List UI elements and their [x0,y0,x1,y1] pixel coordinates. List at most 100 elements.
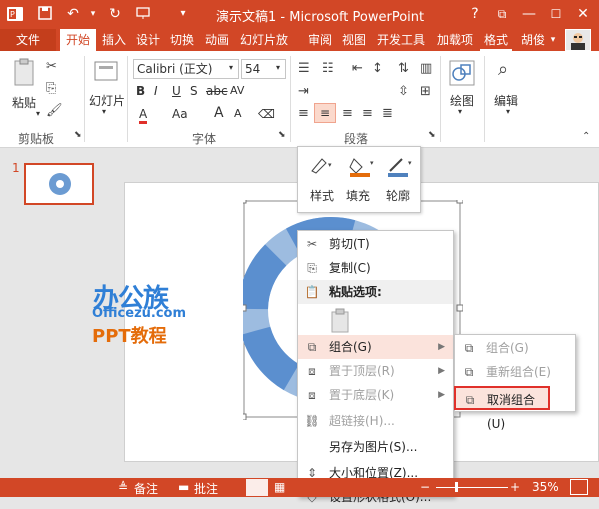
align-text-icon[interactable]: ⇳ [398,84,409,99]
tab-file[interactable]: 文件 [0,29,56,51]
help-button[interactable]: ? [463,3,487,25]
zoom-out-icon[interactable]: − [420,480,430,494]
tab-view[interactable]: 视图 [338,29,370,51]
submenu-item-regroup[interactable]: ⧉ 重新组合(E) [455,360,575,384]
notes-icon[interactable]: ≜ [118,480,128,494]
undo-dropdown-icon[interactable]: ▾ [84,5,102,23]
slides-label[interactable]: 幻灯片 [89,92,125,109]
undo-icon[interactable]: ↶ [64,5,82,23]
paste-label[interactable]: 粘贴 [12,94,36,111]
tab-format[interactable]: 格式 [480,29,512,51]
paste-icon[interactable] [10,57,40,93]
font-color-button[interactable]: A [139,107,148,124]
change-case-button[interactable]: Aa [172,107,188,121]
numbering-icon[interactable]: ☷ [322,61,334,76]
drawing-dropdown-icon[interactable]: ▾ [458,107,462,116]
tab-insert[interactable]: 插入 [98,29,130,51]
line-spacing-icon[interactable]: ↕ [372,61,383,76]
tab-animations[interactable]: 动画 [200,29,234,51]
slide-sorter-icon[interactable]: ▦ [274,480,285,494]
indent-icon[interactable]: ⇥ [298,84,309,99]
decrease-indent-icon[interactable]: ⇤ [352,61,363,76]
collapse-ribbon-icon[interactable]: ⌃ [582,131,590,142]
shadow-button[interactable]: S [190,84,198,98]
copy-icon[interactable]: ⎘ [46,81,56,96]
tab-review[interactable]: 审阅 [304,29,336,51]
submenu-item-ungroup[interactable]: ⧉ 取消组合(U) [454,386,550,431]
maximize-button[interactable]: ☐ [544,3,568,25]
menu-item-send-to-back[interactable]: ⧈ 置于底层(K) ▶ [298,383,453,407]
menu-item-group[interactable]: ⧉ 组合(G) ▶ [298,335,453,359]
tab-slideshow[interactable]: 幻灯片放 [236,29,292,51]
strikethrough-button[interactable]: abc [206,84,228,98]
align-right-icon[interactable]: ≡ [342,106,353,121]
zoom-level[interactable]: 35% [532,480,559,494]
comments-button[interactable]: 批注 [194,480,218,497]
smartart-icon[interactable]: ⊞ [420,84,431,99]
align-center-button[interactable]: ≡ [314,103,336,123]
tab-addins[interactable]: 加载项 [432,29,478,51]
tab-design[interactable]: 设计 [132,29,164,51]
italic-button[interactable]: I [154,84,158,98]
user-avatar[interactable] [565,29,591,51]
editing-dropdown-icon[interactable]: ▾ [506,107,510,116]
justify-icon[interactable]: ≡ [362,106,373,121]
font-launcher-icon[interactable]: ⬊ [278,130,286,140]
close-button[interactable]: ✕ [571,3,595,25]
zoom-slider-thumb[interactable] [455,482,458,492]
minimize-button[interactable]: — [517,3,541,25]
customize-toolbar-icon[interactable]: ▾ [174,5,192,23]
drawing-shapes-icon[interactable] [448,59,476,91]
paragraph-launcher-icon[interactable]: ⬊ [428,130,436,140]
user-menu-chevron-icon[interactable]: ▾ [548,29,558,51]
normal-view-button[interactable] [246,479,268,496]
paste-dropdown-icon[interactable]: ▾ [36,109,40,118]
font-name-select[interactable]: Calibri (正文) [133,59,239,79]
cut-icon[interactable]: ✂ [46,59,57,74]
mini-fill-label[interactable]: 填充 [346,187,370,204]
slides-dropdown-icon[interactable]: ▾ [102,107,106,116]
slide-thumbnail[interactable] [24,163,94,205]
text-direction-icon[interactable]: ⇅ [398,61,409,76]
menu-item-bring-to-front[interactable]: ⧈ 置于顶层(R) ▶ [298,359,453,383]
tab-developer[interactable]: 开发工具 [372,29,430,51]
mini-style-label[interactable]: 样式 [310,187,334,204]
zoom-in-icon[interactable]: + [510,480,520,494]
bullets-icon[interactable]: ☰ [298,61,310,76]
tab-home[interactable]: 开始 [60,29,96,51]
menu-item-hyperlink[interactable]: ⛓ 超链接(H)... [298,409,453,433]
menu-item-save-as-picture[interactable]: 另存为图片(S)... [298,435,453,459]
bold-button[interactable]: B [136,84,145,98]
underline-button[interactable]: U [172,84,181,98]
user-name[interactable]: 胡俊 [518,29,548,51]
fit-to-window-icon[interactable] [570,479,588,495]
zoom-slider[interactable] [436,487,508,488]
paste-picture-option-icon[interactable] [330,308,352,334]
font-size-chevron-icon[interactable]: ▾ [276,63,280,72]
format-painter-icon[interactable]: 🖌 [46,103,63,118]
clipboard-launcher-icon[interactable]: ⬊ [74,130,82,140]
shape-fill-icon[interactable]: ▾ [348,155,378,180]
ribbon-display-button[interactable]: ⧉ [490,3,514,25]
columns-icon[interactable]: ▥ [420,61,432,76]
char-spacing-button[interactable]: AV [230,84,244,97]
save-icon[interactable] [36,5,54,23]
shape-outline-icon[interactable]: ▾ [386,155,416,180]
redo-icon[interactable]: ↻ [106,5,124,23]
present-from-start-icon[interactable] [134,5,152,23]
new-slide-icon[interactable] [92,59,120,91]
binoculars-icon[interactable]: ⌕ [498,59,508,80]
menu-item-cut[interactable]: ✂ 剪切(T) [298,232,453,256]
comments-icon[interactable]: ▬ [178,480,189,494]
align-left-icon[interactable]: ≡ [298,106,309,121]
distributed-icon[interactable]: ≣ [382,106,393,121]
shrink-font-button[interactable]: A [234,107,242,120]
menu-item-copy[interactable]: ⎘ 复制(C) [298,256,453,280]
font-name-chevron-icon[interactable]: ▾ [229,63,233,72]
mini-outline-label[interactable]: 轮廓 [386,187,410,204]
grow-font-button[interactable]: A [214,105,224,121]
notes-button[interactable]: 备注 [134,480,158,497]
submenu-item-group[interactable]: ⧉ 组合(G) [455,336,575,360]
shape-style-icon[interactable]: ▾ [308,155,336,178]
tab-transitions[interactable]: 切换 [166,29,198,51]
